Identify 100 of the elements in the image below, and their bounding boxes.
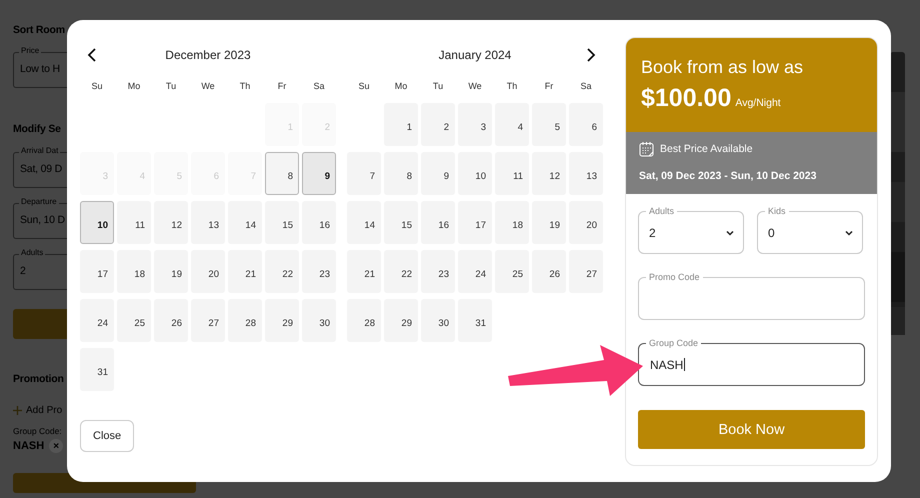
calendar-day[interactable]: 31 [458, 299, 492, 342]
calendar-day[interactable]: 27 [569, 250, 603, 293]
close-button[interactable]: Close [80, 420, 134, 452]
month-title: December 2023 [164, 48, 252, 62]
weekday-label: Th [506, 81, 518, 93]
plus-icon [13, 406, 22, 415]
weekday-label: Su [357, 81, 370, 93]
calendar-day[interactable]: 28 [228, 299, 262, 342]
field-label: Departure [19, 197, 59, 206]
stay-dates: Sat, 09 Dec 2023 - Sun, 10 Dec 2023 [639, 170, 818, 182]
calendar-day[interactable]: 27 [191, 299, 225, 342]
calendar-day[interactable]: 1 [384, 103, 418, 146]
field-label: Kids [765, 205, 789, 217]
calendar-icon [639, 141, 654, 157]
calendar-day[interactable]: 29 [265, 299, 299, 342]
calendar-day[interactable]: 17 [458, 201, 492, 244]
calendar-day[interactable]: 20 [569, 201, 603, 244]
price: $100.00 [641, 84, 732, 113]
weekday-label: Sa [312, 81, 326, 93]
calendar-day[interactable]: 29 [384, 299, 418, 342]
calendar-day[interactable]: 30 [302, 299, 336, 342]
calendar-day[interactable]: 11 [117, 201, 151, 244]
calendar-day[interactable]: 12 [532, 152, 566, 195]
calendar-day[interactable]: 23 [421, 250, 455, 293]
calendar-day[interactable]: 19 [532, 201, 566, 244]
field-value: Sun, 10 D [20, 214, 65, 226]
calendar-day[interactable]: 12 [154, 201, 188, 244]
chevron-down-icon [726, 230, 734, 236]
calendar-day[interactable]: 22 [265, 250, 299, 293]
field-label: Adults [19, 248, 46, 257]
weekday-label: Tu [432, 81, 444, 93]
calendar-day[interactable]: 24 [458, 250, 492, 293]
calendar-day[interactable]: 16 [421, 201, 455, 244]
weekday-label: Fr [276, 81, 288, 93]
calendar-day[interactable]: 7 [347, 152, 381, 195]
field-label: Adults [646, 205, 678, 217]
text-cursor [684, 358, 686, 371]
calendar-day[interactable]: 23 [302, 250, 336, 293]
calendar-day[interactable]: 26 [154, 299, 188, 342]
calendar-day[interactable]: 19 [154, 250, 188, 293]
weekday-label: We [200, 81, 216, 93]
weekday-label: Tu [164, 81, 178, 93]
month-title: January 2024 [438, 48, 512, 62]
weekday-label: Mo [394, 81, 408, 93]
field-label: Arrival Dat [19, 146, 60, 155]
chevron-left-icon[interactable] [87, 48, 97, 62]
calendar-day[interactable]: 13 [569, 152, 603, 195]
calendar-day[interactable]: 18 [495, 201, 529, 244]
calendar-day[interactable]: 2 [421, 103, 455, 146]
field-value: Low to H [20, 63, 60, 75]
field-value: Sat, 09 D [20, 163, 62, 175]
weekday-label: Sa [579, 81, 592, 93]
calendar-day[interactable]: 5 [532, 103, 566, 146]
calendar-day[interactable]: 20 [191, 250, 225, 293]
field-label: Promo Code [646, 271, 703, 283]
price-unit: Avg/Night [735, 97, 781, 109]
calendar-day[interactable]: 15 [265, 201, 299, 244]
field-label: Price [19, 46, 42, 55]
calendar-day[interactable]: 8 [265, 152, 299, 195]
field-label: Group Code [646, 337, 702, 349]
calendar-day[interactable]: 13 [191, 201, 225, 244]
calendar-day[interactable]: 3 [458, 103, 492, 146]
calendar-day[interactable]: 31 [80, 348, 114, 391]
calendar-day[interactable]: 25 [495, 250, 529, 293]
calendar-day[interactable]: 30 [421, 299, 455, 342]
calendar-day[interactable]: 16 [302, 201, 336, 244]
calendar-day[interactable]: 10 [458, 152, 492, 195]
calendar-day[interactable]: 4 [495, 103, 529, 146]
calendar-day[interactable]: 18 [117, 250, 151, 293]
calendar-day[interactable]: 8 [384, 152, 418, 195]
calendar-day[interactable]: 9 [302, 152, 336, 195]
calendar-day[interactable]: 14 [347, 201, 381, 244]
field-value: NASH [650, 358, 684, 372]
calendar-day[interactable]: 25 [117, 299, 151, 342]
calendar-day[interactable]: 28 [347, 299, 381, 342]
calendar-day[interactable]: 6 [569, 103, 603, 146]
calendar-day[interactable]: 17 [80, 250, 114, 293]
weekday-label: Mo [126, 81, 142, 93]
field-value: 2 [20, 265, 26, 277]
calendar-day[interactable]: 26 [532, 250, 566, 293]
calendar-day[interactable]: 24 [80, 299, 114, 342]
section-heading: Promotion [13, 372, 64, 387]
weekday-label: Su [90, 81, 104, 93]
chevron-right-icon[interactable] [586, 48, 596, 62]
section-heading: Modify Se [13, 122, 61, 137]
chevron-down-icon [845, 230, 853, 236]
calendar-day[interactable]: 21 [228, 250, 262, 293]
calendar-day[interactable]: 9 [421, 152, 455, 195]
calendar-day[interactable]: 14 [228, 201, 262, 244]
weekday-label: Th [238, 81, 252, 93]
calendar-day[interactable]: 10 [80, 201, 114, 244]
banner-heading: Book from as low as [641, 56, 804, 78]
weekday-label: Fr [544, 81, 554, 93]
calendar-day[interactable]: 15 [384, 201, 418, 244]
best-price-label: Best Price Available [660, 143, 753, 155]
calendar-day[interactable]: 11 [495, 152, 529, 195]
select-value: 0 [768, 226, 775, 240]
select-value: 2 [649, 226, 656, 240]
calendar-day[interactable]: 21 [347, 250, 381, 293]
calendar-day[interactable]: 22 [384, 250, 418, 293]
